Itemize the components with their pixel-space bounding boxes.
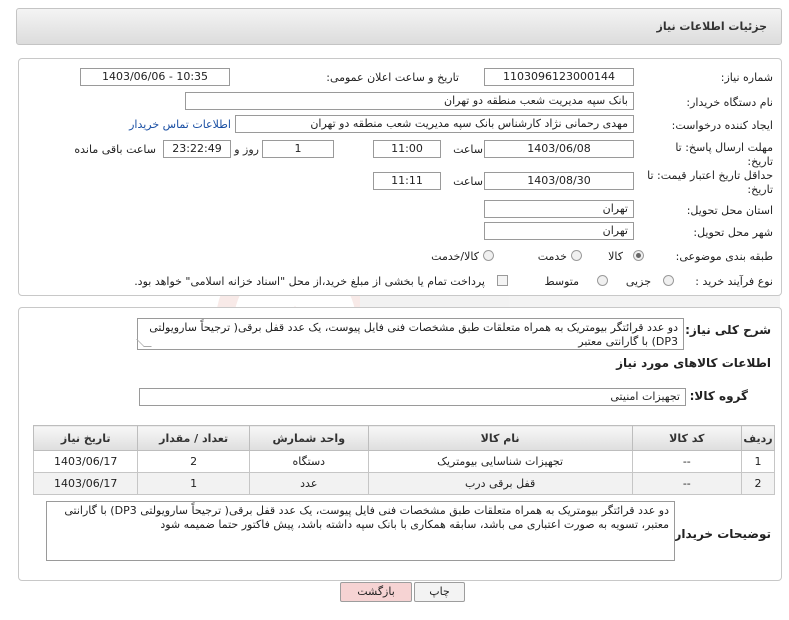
province-label: استان محل تحویل: [686,204,773,217]
col-row-number: ردیف [741,425,775,451]
col-item-name: نام کالا [367,425,633,451]
col-quantity: تعداد / مقدار [137,425,250,451]
city-field[interactable]: تهران [484,222,634,240]
cell-need-date: 1403/06/17 [32,472,139,495]
treasury-payment-note: پرداخت تمام یا بخشی از مبلغ خرید،از محل … [134,275,485,288]
col-need-date: تاریخ نیاز [32,425,139,451]
col-unit: واحد شمارش [248,425,369,451]
cell-item-code: -- [631,450,743,473]
process-type-label: نوع فرآیند خرید : [695,275,773,288]
announce-date-label: تاریخ و ساعت اعلان عمومی: [326,71,459,84]
cell-unit: دستگاه [248,450,369,473]
cell-row-number: 1 [741,450,775,473]
price-validity-label: حداقل تاریخ اعتبار قیمت: تا تاریخ: [647,169,773,196]
cell-quantity: 1 [137,472,250,495]
requester-field[interactable]: مهدی رحمانی نژاد کارشناس بانک سپه مدیریت… [235,115,634,133]
days-label: روز و [234,143,259,156]
city-label: شهر محل تحویل: [693,226,773,239]
page-title: جزئیات اطلاعات نیاز [656,20,768,33]
description-textarea[interactable]: دو عدد قرائتگر بیومتریک به همراه متعلقات… [136,318,684,350]
process-radio-minor[interactable] [663,275,674,286]
buyer-notes-text: دو عدد قرائتگر بیومتریک به همراه متعلقات… [64,504,669,531]
process-radio-medium[interactable] [597,275,608,286]
category-label: طبقه بندی موضوعی: [675,250,773,263]
panel-header: جزئیات اطلاعات نیاز [16,8,782,45]
days-remaining-field[interactable]: 1 [262,140,334,158]
buyer-notes-label: توضیحات خریدار: [669,527,771,541]
category-option-goods: کالا [608,250,623,263]
cell-item-name: تجهیزات شناسایی بیومتریک [367,450,633,473]
goods-group-label: گروه کالا: [689,389,748,403]
buyer-org-field[interactable]: بانک سپه مدیریت شعب منطقه دو تهران [185,92,634,110]
send-deadline-time-label: ساعت [453,143,483,156]
category-option-goods-service: کالا/خدمت [431,250,479,263]
price-validity-date-field[interactable]: 1403/08/30 [484,172,634,190]
process-option-minor: جزیی [625,275,651,288]
cell-need-date: 1403/06/17 [32,450,139,473]
buyer-contact-link[interactable]: اطلاعات تماس خریدار [129,118,231,131]
process-option-medium: متوسط [544,275,579,288]
price-validity-time-label: ساعت [453,175,483,188]
buyer-org-label: نام دستگاه خریدار: [686,96,773,109]
goods-table-header: ردیف کد کالا نام کالا واحد شمارش تعداد /… [32,425,775,451]
treasury-payment-checkbox[interactable] [497,275,508,286]
cell-item-name: قفل برقی درب [367,472,633,495]
remaining-time-label: ساعت باقی مانده [74,143,156,156]
cell-quantity: 2 [137,450,250,473]
cell-item-code: -- [631,472,743,495]
category-radio-goods-service[interactable] [483,250,494,261]
description-text: دو عدد قرائتگر بیومتریک به همراه متعلقات… [149,321,678,348]
cell-row-number: 2 [741,472,775,495]
table-row[interactable]: 2 -- قفل برقی درب عدد 1 1403/06/17 [32,472,775,495]
goods-info-title: اطلاعات کالاهای مورد نیاز [616,356,771,370]
table-row[interactable]: 1 -- تجهیزات شناسایی بیومتریک دستگاه 2 1… [32,450,775,473]
category-radio-goods[interactable] [633,250,644,261]
goods-table: ردیف کد کالا نام کالا واحد شمارش تعداد /… [32,425,775,495]
resize-grip-icon[interactable] [136,339,152,347]
goods-group-field[interactable]: تجهیزات امنیتی [139,388,686,406]
announce-date-field[interactable]: 1403/06/06 - 10:35 [80,68,230,86]
col-item-code: کد کالا [631,425,743,451]
need-number-field[interactable]: 1103096123000144 [484,68,634,86]
need-number-label: شماره نیاز: [720,71,773,84]
print-button[interactable]: چاپ [414,582,465,602]
category-radio-service[interactable] [571,250,582,261]
remaining-time-field[interactable]: 23:22:49 [163,140,231,158]
province-field[interactable]: تهران [484,200,634,218]
category-option-service: خدمت [537,250,567,263]
buyer-notes-textarea[interactable]: دو عدد قرائتگر بیومتریک به همراه متعلقات… [46,501,675,561]
send-deadline-date-field[interactable]: 1403/06/08 [484,140,634,158]
back-button[interactable]: بازگشت [340,582,412,602]
cell-unit: عدد [248,472,369,495]
send-deadline-label: مهلت ارسال پاسخ: تا تاریخ: [675,141,773,168]
price-validity-time-field[interactable]: 11:11 [373,172,441,190]
send-deadline-time-field[interactable]: 11:00 [373,140,441,158]
requester-label: ایجاد کننده درخواست: [671,119,773,132]
description-label: شرح کلی نیاز: [685,323,771,337]
